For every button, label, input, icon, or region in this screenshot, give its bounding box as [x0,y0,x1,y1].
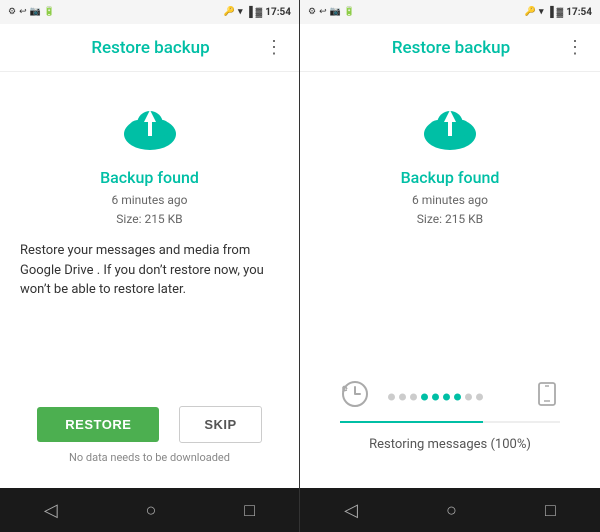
left-status-icons: ⚙ ↩ 📷 🔋 [8,7,55,17]
left-nav-bar: ◁ ○ □ [0,488,299,532]
right-status-bar: ⚙ ↩ 📷 🔋 🔑 ▾ ▐ ▓ 17:54 [300,0,600,24]
left-back-nav[interactable]: ◁ [44,500,58,521]
right-wifi-icon: ▾ [539,7,544,17]
left-menu-button[interactable]: ⋮ [265,39,283,57]
progress-track [340,377,560,417]
left-app-title: Restore backup [36,38,265,58]
restoring-label: Restoring messages (100%) [369,437,531,452]
progress-dot [454,394,461,401]
settings-icon: ⚙ [8,7,16,17]
progress-dot [432,394,439,401]
progress-dot [388,394,395,401]
left-backup-size: Size: 215 KB [112,210,188,229]
left-content: Backup found 6 minutes ago Size: 215 KB … [0,72,299,488]
right-signal-icon: ▐ [547,7,554,18]
left-cloud-icon [118,100,182,160]
left-backup-meta: 6 minutes ago Size: 215 KB [112,191,188,229]
left-status-bar: ⚙ ↩ 📷 🔋 🔑 ▾ ▐ ▓ 17:54 [0,0,299,24]
back-arrow-icon: ↩ [19,7,27,17]
right-settings-icon: ⚙ [308,7,316,17]
left-status-right: 🔑 ▾ ▐ ▓ 17:54 [224,7,291,18]
left-key-icon: 🔑 [224,7,235,17]
right-progress-area: Restoring messages (100%) [316,377,584,452]
progress-line [340,421,483,423]
right-backup-found: Backup found [401,168,500,187]
progress-dot [399,394,406,401]
left-recents-nav[interactable]: □ [244,500,255,521]
right-screenshot-icon: 📷 [330,7,341,17]
right-key-icon: 🔑 [525,7,536,17]
left-phone-screen: ⚙ ↩ 📷 🔋 🔑 ▾ ▐ ▓ 17:54 Restore backup ⋮ [0,0,300,532]
restore-button[interactable]: RESTORE [37,407,159,442]
right-home-nav[interactable]: ○ [446,500,457,521]
right-status-icons: ⚙ ↩ 📷 🔋 [308,7,355,17]
left-battery-icon: ▓ [256,7,263,18]
right-time: 17:54 [566,7,592,18]
left-backup-found: Backup found [100,168,199,187]
progress-dot [443,394,450,401]
right-back-nav[interactable]: ◁ [344,500,358,521]
right-status-right: 🔑 ▾ ▐ ▓ 17:54 [525,7,592,18]
progress-dot [410,394,417,401]
right-battery-left-icon: 🔋 [344,7,355,17]
right-phone-screen: ⚙ ↩ 📷 🔋 🔑 ▾ ▐ ▓ 17:54 Restore backup ⋮ [300,0,600,532]
battery-left-icon: 🔋 [44,7,55,17]
progress-dot [465,394,472,401]
right-backup-time: 6 minutes ago [412,191,488,210]
left-app-bar: Restore backup ⋮ [0,24,299,72]
right-backup-size: Size: 215 KB [412,210,488,229]
history-icon [340,379,370,416]
left-signal-icon: ▐ [246,7,253,18]
left-home-nav[interactable]: ○ [146,500,157,521]
progress-dots [388,394,512,401]
left-no-download: No data needs to be downloaded [69,451,230,464]
right-cloud-icon [418,100,482,160]
left-backup-time: 6 minutes ago [112,191,188,210]
right-recents-nav[interactable]: □ [545,500,556,521]
right-app-title: Restore backup [336,38,566,58]
left-wifi-icon: ▾ [238,7,243,17]
right-app-bar: Restore backup ⋮ [300,24,600,72]
screenshot-icon: 📷 [30,7,41,17]
right-content: Backup found 6 minutes ago Size: 215 KB [300,72,600,488]
left-button-row: RESTORE SKIP [37,406,261,443]
skip-button[interactable]: SKIP [179,406,261,443]
right-nav-bar: ◁ ○ □ [300,488,600,532]
right-back-arrow-icon: ↩ [319,7,327,17]
left-restore-description: Restore your messages and media from Goo… [16,241,283,300]
right-battery-icon: ▓ [557,7,564,18]
right-menu-button[interactable]: ⋮ [566,39,584,57]
phone-icon [534,381,560,413]
progress-dot [421,394,428,401]
progress-dot [476,394,483,401]
left-time: 17:54 [265,7,291,18]
right-backup-meta: 6 minutes ago Size: 215 KB [412,191,488,229]
